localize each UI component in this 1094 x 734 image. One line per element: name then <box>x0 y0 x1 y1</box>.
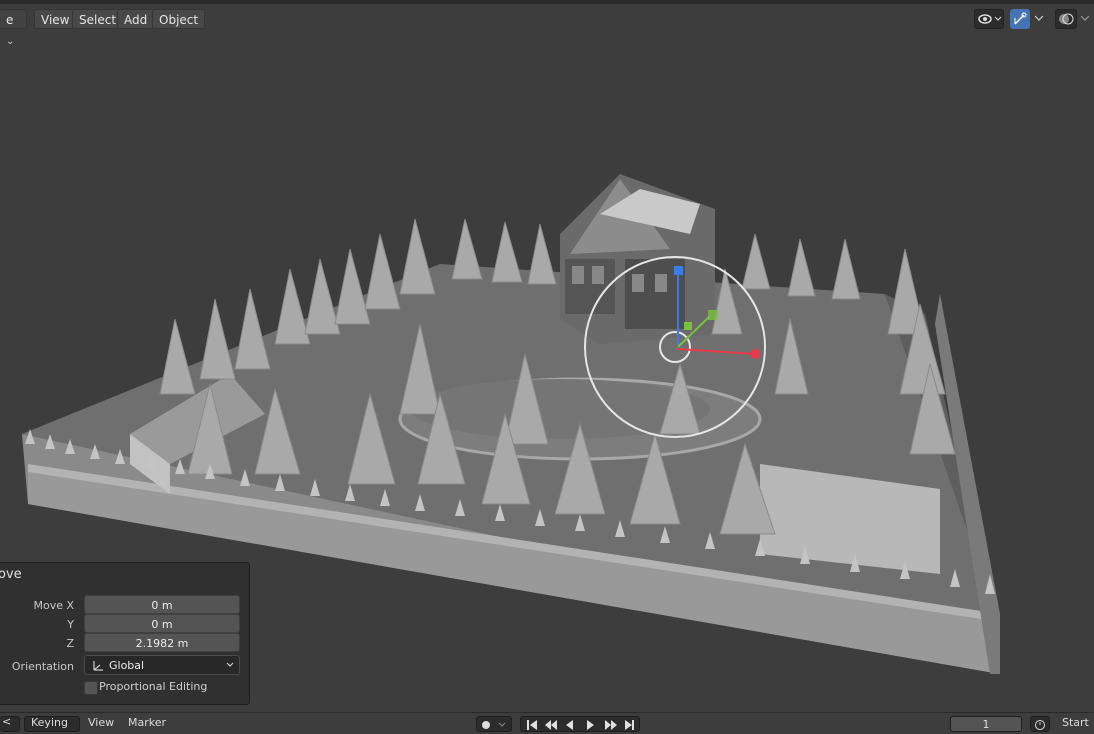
mode-label: e <box>6 13 14 27</box>
menu-select[interactable]: Select <box>72 9 124 29</box>
current-frame-field[interactable]: 1 <box>950 716 1022 732</box>
menu-object[interactable]: Object <box>152 9 206 29</box>
proportional-editing-checkbox[interactable] <box>84 681 98 695</box>
orientation-axes-icon <box>91 656 105 681</box>
gizmo-toggle-icon[interactable] <box>1010 9 1030 29</box>
overlay-dropdown-chevron-icon[interactable] <box>1078 9 1094 29</box>
operator-redo-panel: ove Move X 0 m Y 0 m Z 2.1982 m Orientat… <box>0 562 250 705</box>
menu-view[interactable]: View <box>34 9 77 29</box>
editor-type-dropdown[interactable]: < <box>0 715 20 732</box>
visibility-eye-icon[interactable] <box>974 9 1004 29</box>
move-z-label: Z <box>66 637 74 650</box>
menu-add[interactable]: Add <box>117 9 155 29</box>
playback-controls <box>520 716 640 732</box>
keying-dropdown[interactable]: Keying <box>24 716 80 732</box>
stopwatch-icon[interactable] <box>1030 716 1050 732</box>
move-y-field[interactable]: 0 m <box>84 614 240 633</box>
gizmo-dropdown-chevron-icon[interactable] <box>1031 9 1049 29</box>
panel-title[interactable]: ove <box>0 567 22 582</box>
orientation-label: Orientation <box>11 660 74 673</box>
move-y-label: Y <box>67 618 74 631</box>
orientation-select[interactable]: Global <box>84 655 240 675</box>
overlay-icon[interactable] <box>1055 9 1077 29</box>
mode-dropdown[interactable]: e ⌄ <box>0 9 27 47</box>
proportional-editing-label: Proportional Editing <box>99 680 208 693</box>
auto-keying-toggle[interactable] <box>476 716 512 732</box>
move-z-field[interactable]: 2.1982 m <box>84 633 240 652</box>
timeline-header: < Keying View Marker 1 Start <box>0 712 1094 732</box>
viewport-header: e ⌄ View Select Add Object <box>0 4 1094 47</box>
move-x-label: Move X <box>33 599 74 612</box>
orientation-value: Global <box>109 659 145 672</box>
chevron-down-icon <box>225 656 235 681</box>
move-x-field[interactable]: 0 m <box>84 595 240 614</box>
